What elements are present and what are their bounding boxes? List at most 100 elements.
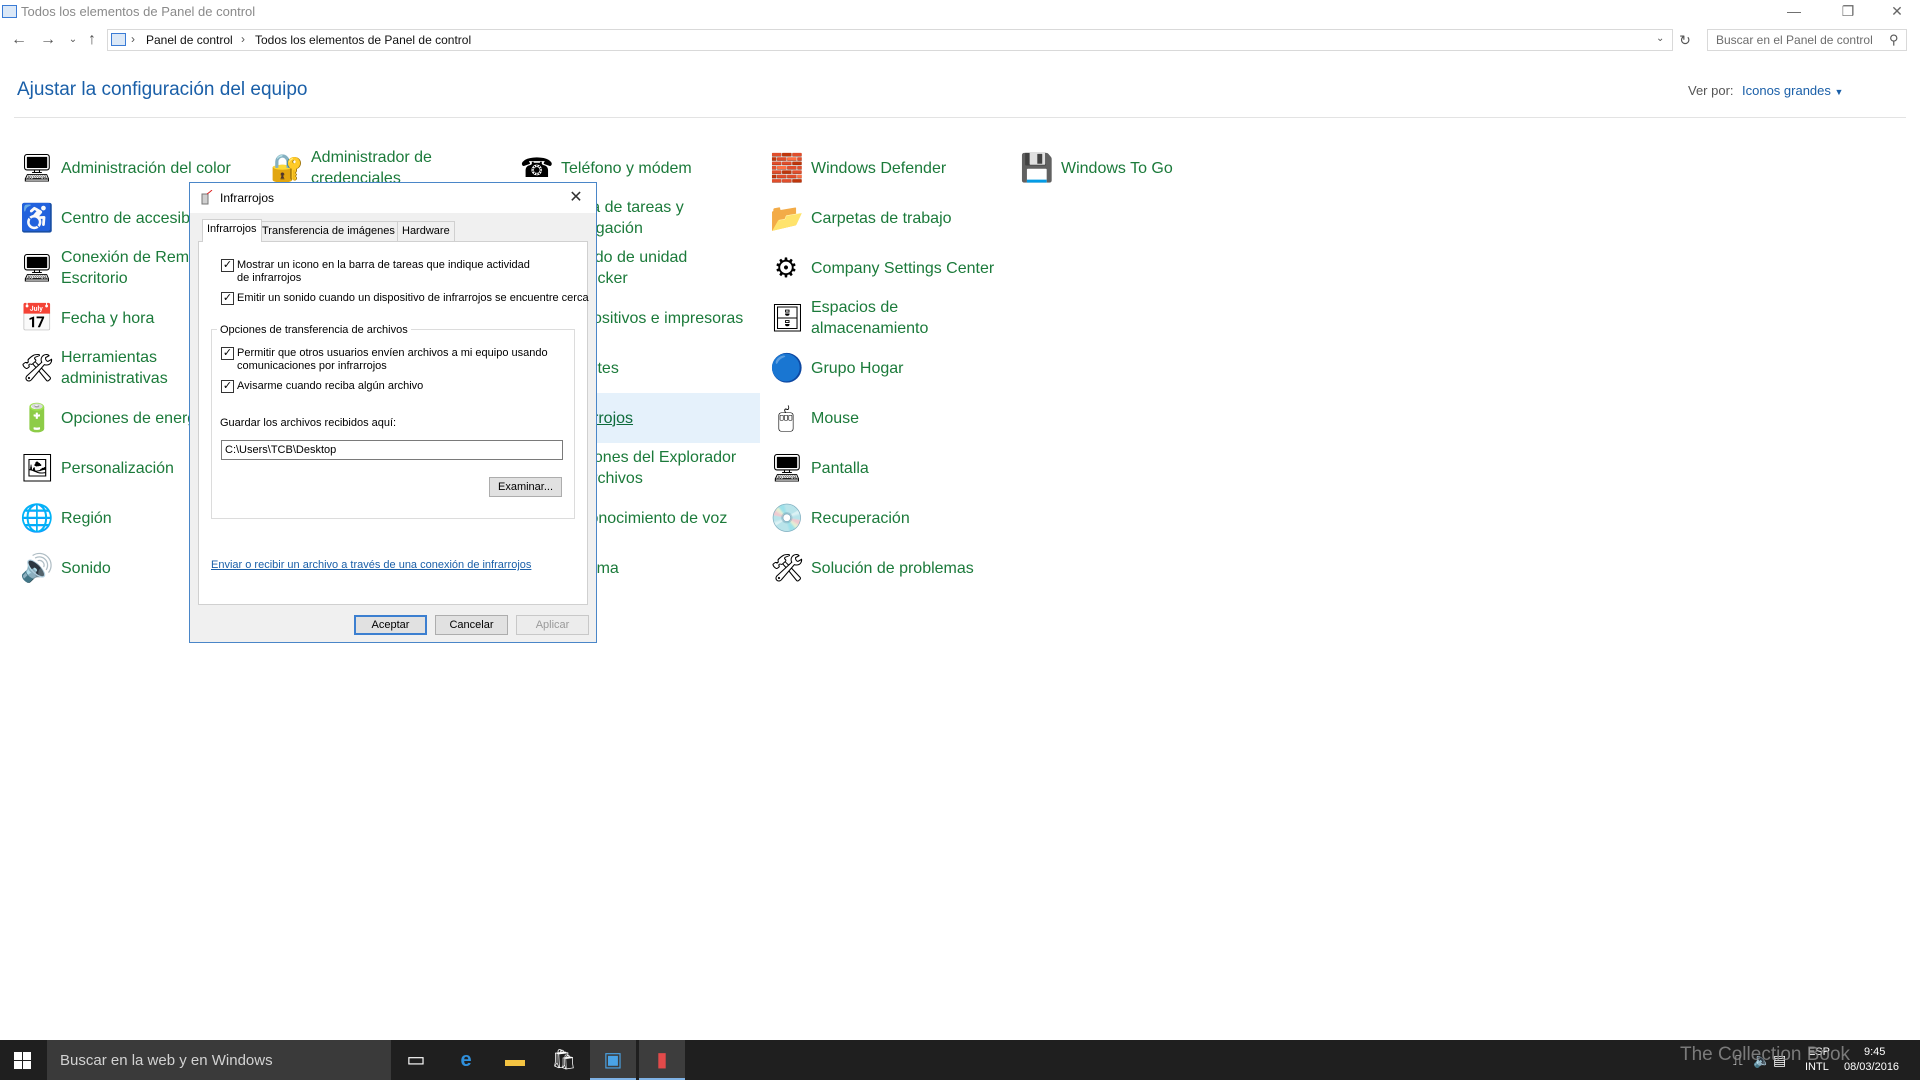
accessibility-icon: ♿ — [20, 203, 54, 233]
admin-tools-icon: 🛠 — [20, 353, 55, 383]
chevron-right-icon: › — [241, 32, 245, 46]
search-icon[interactable]: ⚲ — [1889, 32, 1899, 48]
close-button[interactable]: ✕ — [1874, 0, 1920, 24]
notify-receive-checkbox[interactable]: ✓ — [221, 380, 234, 393]
view-by-dropdown[interactable]: Iconos grandes ▼ — [1742, 83, 1843, 98]
show-taskbar-icon-checkbox[interactable]: ✓ — [221, 259, 234, 272]
cp-item-label: Mouse — [811, 409, 860, 427]
dialog-close-icon[interactable]: ✕ — [564, 187, 588, 209]
storage-spaces-icon: 🗄 — [770, 303, 805, 333]
cp-item-label: Company Settings Center — [811, 259, 995, 277]
chevron-right-icon: › — [131, 32, 135, 46]
allow-receive-checkbox[interactable]: ✓ — [221, 347, 234, 360]
back-arrow-icon[interactable]: ← — [8, 29, 30, 51]
task-view-icon[interactable]: ▭ — [393, 1040, 439, 1080]
recovery-icon: 💿 — [770, 503, 804, 533]
mouse-icon: 🖱 — [777, 403, 795, 433]
tab-hardware[interactable]: Hardware — [397, 221, 455, 241]
cp-item-label: Pantalla — [811, 459, 869, 477]
store-icon[interactable]: 🛍 — [541, 1040, 587, 1080]
cp-item[interactable]: ⚙ Company Settings Center — [766, 243, 1010, 293]
file-explorer-icon[interactable]: ▬ — [492, 1040, 538, 1080]
dialog-title: Infrarrojos — [220, 191, 275, 205]
taskbar-search-placeholder: Buscar en la web y en Windows — [60, 1052, 273, 1069]
search-placeholder: Buscar en el Panel de control — [1716, 33, 1873, 47]
breadcrumb-all-items[interactable]: Todos los elementos de Panel de control — [255, 33, 471, 47]
defender-icon: 🧱 — [770, 153, 804, 183]
divider — [14, 117, 1906, 118]
sound-icon: 🔊 — [20, 553, 54, 583]
infrared-taskbar-icon[interactable]: ▮ — [639, 1040, 685, 1080]
ok-button[interactable]: Aceptar — [354, 615, 427, 635]
view-by-label: Ver por: — [1688, 83, 1734, 98]
label-line: comunicaciones por infrarrojos — [237, 360, 387, 372]
phone-modem-icon: ☎ — [520, 153, 554, 183]
tab-infrared[interactable]: Infrarrojos — [202, 219, 262, 242]
up-arrow-icon[interactable]: ↑ — [81, 29, 103, 51]
label-line: Permitir que otros usuarios envíen archi… — [237, 347, 548, 359]
tab-image-transfer[interactable]: Transferencia de imágenes — [257, 221, 400, 241]
chevron-down-icon: ▼ — [1834, 87, 1844, 97]
cp-item-label: Carpetas de trabajo — [811, 209, 952, 227]
address-bar[interactable]: › Panel de control › Todos los elementos… — [107, 29, 1673, 51]
cp-item[interactable]: 🗄 Espacios de almacenamiento — [766, 293, 1010, 343]
watermark: The Collection Book — [1680, 1044, 1851, 1065]
cp-item[interactable]: 🛠 Solución de problemas — [766, 543, 1010, 593]
clock-time[interactable]: 9:45 — [1864, 1046, 1885, 1058]
homegroup-icon: 🔵 — [770, 353, 804, 383]
infrared-dialog: Infrarrojos ✕ Infrarrojos Transferencia … — [189, 182, 597, 643]
breadcrumb-control-panel[interactable]: Panel de control — [146, 33, 233, 47]
cp-item[interactable]: 🖥 Pantalla — [766, 443, 1010, 493]
region-icon: 🌐 — [20, 503, 54, 533]
infrared-icon — [201, 190, 213, 205]
remote-desktop-icon: 🖥 — [20, 253, 55, 283]
forward-arrow-icon[interactable]: → — [37, 29, 59, 51]
label-line: de infrarrojos — [237, 272, 302, 284]
edge-browser-icon[interactable]: e — [443, 1040, 489, 1080]
power-options-icon: 🔋 — [20, 403, 54, 433]
company-settings-icon: ⚙ — [773, 253, 799, 283]
cp-item-label: Windows To Go — [1061, 159, 1173, 177]
save-path-field[interactable]: C:\Users\TCB\Desktop — [221, 440, 563, 460]
play-sound-checkbox[interactable]: ✓ — [221, 292, 234, 305]
personalization-icon: 🖼 — [20, 453, 55, 483]
cp-item-label: Espacios de almacenamiento — [811, 299, 929, 337]
group-title: Opciones de transferencia de archivos — [217, 324, 411, 336]
cancel-button[interactable]: Cancelar — [435, 615, 508, 635]
notify-receive-label: Avisarme cuando reciba algún archivo — [237, 380, 424, 392]
windows-logo-icon — [14, 1052, 31, 1069]
browse-button[interactable]: Examinar... — [489, 477, 562, 497]
control-panel-icon — [2, 5, 17, 18]
work-folders-icon: 📂 — [770, 203, 804, 233]
taskbar-search-box[interactable]: Buscar en la web y en Windows — [47, 1040, 391, 1080]
control-panel-taskbar-icon[interactable]: ▣ — [590, 1040, 636, 1080]
view-by-value: Iconos grandes — [1742, 83, 1831, 98]
cp-item[interactable]: 🔵 Grupo Hogar — [766, 343, 1010, 393]
window-title: Todos los elementos de Panel de control — [21, 4, 256, 19]
cp-item[interactable]: 📂 Carpetas de trabajo — [766, 193, 1010, 243]
start-button[interactable] — [0, 1040, 47, 1080]
page-title: Ajustar la configuración del equipo — [17, 79, 308, 100]
refresh-icon[interactable]: ↻ — [1674, 29, 1696, 51]
minimize-button[interactable]: — — [1771, 0, 1817, 24]
restore-button[interactable]: ❐ — [1825, 0, 1871, 24]
cp-item[interactable]: 🖱 Mouse — [766, 393, 1010, 443]
address-dropdown-icon[interactable]: ⌄ — [1656, 33, 1664, 44]
display-icon: 🖥 — [770, 453, 805, 483]
cp-item[interactable]: 💾 Windows To Go — [1016, 143, 1260, 193]
cp-item-label: Recuperación — [811, 509, 910, 527]
apply-button[interactable]: Aplicar — [516, 615, 589, 635]
troubleshooting-icon: 🛠 — [770, 553, 805, 583]
color-management-icon: 🖥 — [20, 153, 55, 183]
cp-item-label: Grupo Hogar — [811, 359, 904, 377]
send-receive-link[interactable]: Enviar o recibir un archivo a través de … — [211, 559, 531, 571]
cp-item-label: Solución de problemas — [811, 559, 974, 577]
search-input[interactable]: Buscar en el Panel de control ⚲ — [1707, 29, 1907, 51]
control-panel-icon — [111, 33, 126, 46]
credential-manager-icon: 🔐 — [270, 153, 304, 183]
cp-item[interactable]: 🧱 Windows Defender — [766, 143, 1010, 193]
clock-date[interactable]: 08/03/2016 — [1844, 1061, 1899, 1073]
date-time-icon: 📅 — [20, 303, 54, 333]
cp-item[interactable]: 💿 Recuperación — [766, 493, 1010, 543]
show-taskbar-icon-label: Mostrar un icono en la barra de tareas q… — [237, 259, 530, 285]
